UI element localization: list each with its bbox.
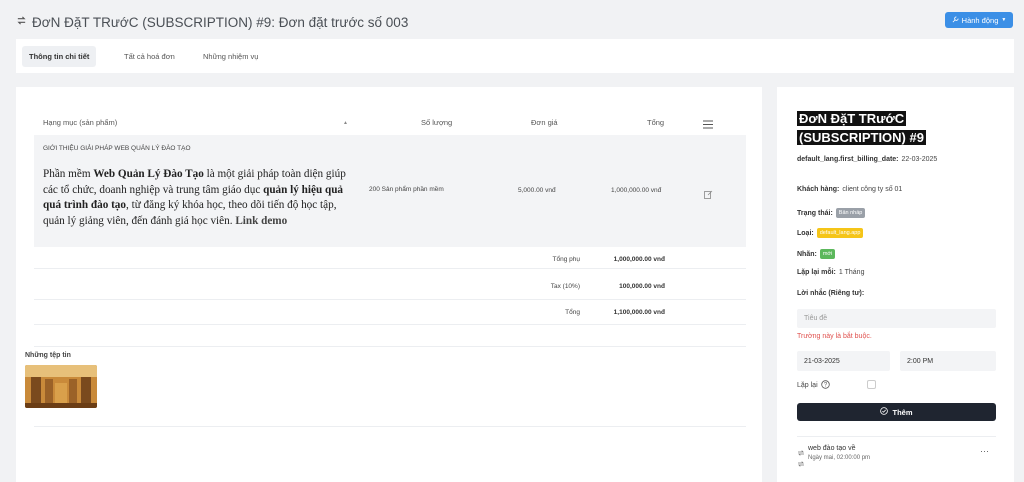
tag-label: Nhãn: bbox=[797, 250, 817, 258]
col-header-qty: Số lượng bbox=[421, 118, 453, 127]
item-qty: 200 Sản phẩm phần mềm bbox=[369, 186, 444, 193]
billing-date-value: 22-03-2025 bbox=[901, 156, 938, 163]
divider bbox=[34, 268, 746, 269]
status-row: Trạng thái: Bản nháp bbox=[797, 208, 866, 218]
link-demo[interactable]: Link demo bbox=[235, 215, 287, 227]
client-row: Khách hàng: client công ty số 01 bbox=[797, 186, 902, 193]
divider bbox=[34, 299, 746, 300]
tab-bar: Thông tin chi tiết Tất cả hoá đơn Những … bbox=[16, 39, 1014, 73]
item-title: GIỚI THIỆU GIẢI PHÁP WEB QUẢN LÝ ĐÀO TẠO bbox=[43, 145, 191, 152]
page-title: ĐơN ĐặT TRướC (SUBSCRIPTION) #9: Đơn đặt… bbox=[32, 14, 409, 30]
type-label: Loại: bbox=[797, 229, 814, 237]
repeat-every-label: Lặp lại mỗi: bbox=[797, 269, 836, 276]
more-options-icon[interactable]: ··· bbox=[980, 446, 989, 456]
actions-button[interactable]: Hành động ▼ bbox=[945, 12, 1013, 28]
help-icon: ? bbox=[820, 380, 830, 391]
item-total: 1,000,000.00 vnđ bbox=[611, 187, 662, 194]
client-label: Khách hàng: bbox=[797, 186, 840, 193]
reminder-label: Lời nhắc (Riêng tư): bbox=[797, 290, 865, 297]
billing-date-label: default_lang.first_billing_date: bbox=[797, 156, 899, 163]
subtotal-value: 1,000,000.00 vnđ bbox=[613, 256, 665, 263]
repeat-icon bbox=[797, 455, 805, 473]
sort-icon[interactable]: ▲ bbox=[343, 120, 348, 126]
required-error: Trường này là bắt buộc. bbox=[797, 333, 872, 340]
files-label: Những tệp tin bbox=[25, 352, 71, 359]
client-value[interactable]: client công ty số 01 bbox=[842, 186, 902, 193]
billing-date-row: default_lang.first_billing_date: 22-03-2… bbox=[797, 156, 937, 163]
col-header-price: Đơn giá bbox=[531, 118, 558, 127]
reminder-label-row: Lời nhắc (Riêng tư): bbox=[797, 290, 864, 297]
divider bbox=[797, 436, 996, 437]
col-header-item[interactable]: Hạng mục (sản phẩm) bbox=[43, 118, 117, 127]
repeat-every-row: Lặp lại mỗi: 1 Tháng bbox=[797, 269, 864, 276]
repeat-icon bbox=[16, 13, 27, 31]
reminder-time: Ngày mai, 02:00:00 pm bbox=[808, 455, 871, 461]
divider bbox=[34, 324, 746, 325]
tab-invoices[interactable]: Tất cả hoá đơn bbox=[117, 46, 182, 67]
page-title-wrap: ĐơN ĐặT TRướC (SUBSCRIPTION) #9: Đơn đặt… bbox=[16, 13, 408, 31]
repeat-label: Lặp lại bbox=[797, 382, 818, 389]
repeat-row: Lặp lại ? bbox=[797, 380, 830, 391]
edit-icon[interactable] bbox=[704, 186, 713, 204]
tab-details[interactable]: Thông tin chi tiết bbox=[22, 46, 97, 67]
status-badge: Bản nháp bbox=[835, 208, 866, 218]
divider bbox=[34, 426, 746, 427]
tag-badge: mới bbox=[819, 249, 836, 259]
divider bbox=[34, 346, 746, 347]
check-circle-icon bbox=[880, 407, 889, 417]
wrench-icon bbox=[952, 15, 959, 25]
reminder-title-input[interactable]: Tiêu đề bbox=[797, 309, 996, 328]
reminder-time-input[interactable]: 2:00 PM bbox=[900, 351, 996, 371]
actions-label: Hành động bbox=[961, 15, 999, 25]
add-reminder-button[interactable]: Thêm bbox=[797, 403, 996, 421]
reminder-title[interactable]: web đào tạo về bbox=[808, 445, 855, 452]
caret-down-icon: ▼ bbox=[1001, 17, 1007, 23]
type-badge: default_lang.app bbox=[816, 228, 864, 238]
tab-tasks[interactable]: Những nhiệm vụ bbox=[196, 46, 265, 67]
column-menu-icon[interactable] bbox=[703, 116, 713, 134]
add-button-label: Thêm bbox=[892, 407, 913, 417]
item-price: 5,000.00 vnđ bbox=[518, 187, 556, 194]
total-value: 1,100,000.00 vnđ bbox=[613, 309, 665, 316]
file-thumbnail[interactable] bbox=[25, 365, 97, 408]
type-row: Loại: default_lang.app bbox=[797, 228, 864, 238]
tag-row: Nhãn: mới bbox=[797, 249, 836, 259]
repeat-every-value: 1 Tháng bbox=[838, 269, 865, 276]
item-description: Phần mềm Web Quản Lý Đào Tạo là một giải… bbox=[43, 168, 346, 227]
subscription-title: ĐơN ĐặT TRướC (SUBSCRIPTION) #9 bbox=[797, 111, 926, 145]
col-header-total: Tổng bbox=[647, 118, 665, 127]
status-label: Trạng thái: bbox=[797, 209, 833, 217]
tax-value: 100,000.00 vnđ bbox=[619, 283, 665, 290]
repeat-checkbox[interactable] bbox=[867, 380, 876, 389]
reminder-date-input[interactable]: 21-03-2025 bbox=[797, 351, 890, 371]
